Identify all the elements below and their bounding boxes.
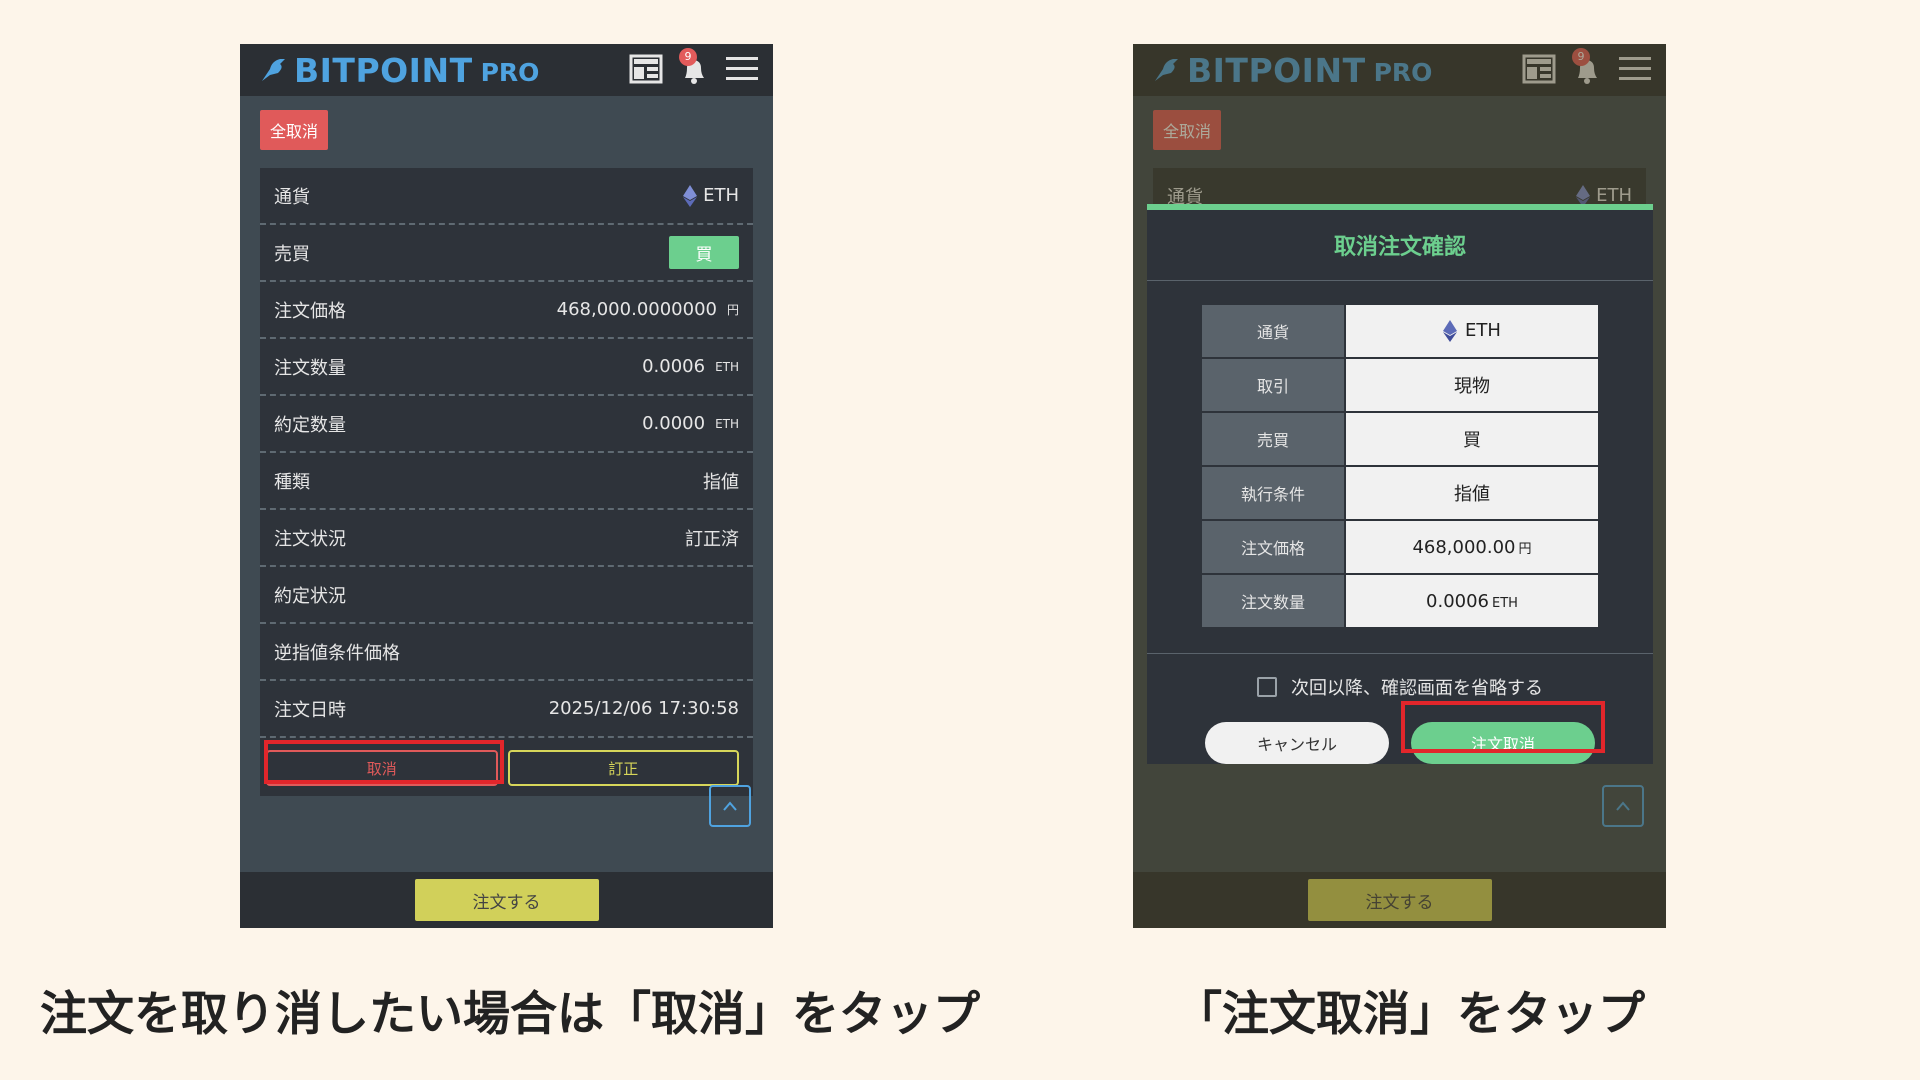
row-value: 2025/12/06 17:30:58 bbox=[548, 698, 739, 719]
row-order-datetime: 注文日時 2025/12/06 17:30:58 bbox=[260, 681, 753, 738]
confirm-row-price: 注文価格 468,000.00 円 bbox=[1200, 519, 1600, 575]
place-order-button[interactable]: 注文する bbox=[414, 879, 599, 921]
logo-pro-text: PRO bbox=[480, 57, 540, 87]
confirm-unit: 円 bbox=[1518, 541, 1532, 557]
confirm-row-trade: 取引 現物 bbox=[1200, 357, 1600, 413]
confirm-row-side: 売買 買 bbox=[1200, 411, 1600, 467]
row-label: 注文数量 bbox=[274, 357, 346, 379]
confirm-value: ETH bbox=[1344, 303, 1600, 359]
logo-brand-text: BITPOINT bbox=[294, 50, 473, 90]
ethereum-icon bbox=[683, 184, 698, 207]
row-label: 約定数量 bbox=[274, 414, 346, 436]
confirm-label: 注文価格 bbox=[1200, 519, 1346, 575]
layout-icon[interactable] bbox=[629, 54, 663, 86]
confirm-label: 売買 bbox=[1200, 411, 1346, 467]
menu-icon[interactable] bbox=[725, 54, 759, 86]
confirm-row-execution: 執行条件 指値 bbox=[1200, 465, 1600, 521]
notification-bell-icon[interactable]: 9 bbox=[677, 48, 711, 86]
confirm-value: 0.0006 ETH bbox=[1344, 573, 1600, 629]
row-value: 訂正済 bbox=[685, 528, 739, 550]
confirm-value: 現物 bbox=[1344, 357, 1600, 413]
buy-badge: 買 bbox=[669, 236, 739, 269]
bitpoint-logo[interactable]: BITPOINT PRO bbox=[258, 51, 539, 90]
notification-badge: 9 bbox=[679, 48, 697, 66]
skip-confirm-option[interactable]: 次回以降、確認画面を省略する bbox=[1147, 674, 1653, 700]
confirm-value-text: 0.0006 bbox=[1426, 590, 1490, 612]
row-label: 売買 bbox=[274, 243, 310, 265]
row-value: 0.0006 bbox=[642, 356, 706, 377]
row-unit: ETH bbox=[715, 359, 739, 374]
confirm-value: 買 bbox=[1344, 411, 1600, 467]
row-label: 注文日時 bbox=[274, 699, 346, 721]
confirm-table: 通貨 ETH 取引 現物 売買 買 執行条件 指値 注文価格 468,000.0… bbox=[1200, 303, 1600, 629]
confirm-row-currency: 通貨 ETH bbox=[1200, 303, 1600, 359]
cancel-all-button[interactable]: 全取消 bbox=[260, 110, 329, 150]
cancel-confirm-dialog: 取消注文確認 通貨 ETH 取引 現物 売買 買 執行条件 指値 注文価格 46… bbox=[1147, 204, 1653, 764]
row-value: 468,000.0000000 bbox=[556, 299, 717, 320]
order-detail-table: 通貨 ETH 売買 買 注文価格 468,000.0000000 円 注文数量 0… bbox=[260, 168, 753, 796]
confirm-cancel-order-button[interactable]: 注文取消 bbox=[1411, 722, 1595, 764]
phone-screen-cancel-confirm: BITPOINT PRO 9 全取消 通貨 ETH 注文する 取消注文確認 通貨… bbox=[1133, 44, 1666, 928]
bird-logo-icon bbox=[262, 59, 285, 81]
chevron-up-icon bbox=[723, 801, 737, 811]
row-label: 注文価格 bbox=[274, 300, 346, 322]
confirm-value: 468,000.00 円 bbox=[1344, 519, 1600, 575]
row-filled-quantity: 約定数量 0.0000 ETH bbox=[260, 396, 753, 453]
confirm-value: 指値 bbox=[1344, 465, 1600, 521]
scroll-to-top-button[interactable] bbox=[709, 785, 751, 827]
confirm-value-text: ETH bbox=[1465, 320, 1501, 341]
modify-order-button[interactable]: 訂正 bbox=[507, 750, 739, 786]
dialog-cancel-button[interactable]: キャンセル bbox=[1205, 722, 1389, 764]
row-fill-status: 約定状況 bbox=[260, 567, 753, 624]
row-side: 売買 買 bbox=[260, 225, 753, 282]
cancel-order-button[interactable]: 取消 bbox=[266, 750, 498, 786]
ethereum-icon bbox=[1443, 320, 1458, 342]
dialog-divider bbox=[1147, 653, 1653, 654]
confirm-row-quantity: 注文数量 0.0006 ETH bbox=[1200, 573, 1600, 629]
confirm-value-text: 468,000.00 bbox=[1412, 536, 1516, 558]
row-label: 逆指値条件価格 bbox=[274, 642, 400, 664]
skip-confirm-label: 次回以降、確認画面を省略する bbox=[1291, 678, 1543, 699]
row-unit: 円 bbox=[726, 303, 739, 317]
app-header: BITPOINT PRO 9 bbox=[240, 44, 773, 96]
row-stop-price: 逆指値条件価格 bbox=[260, 624, 753, 681]
dialog-title: 取消注文確認 bbox=[1147, 210, 1653, 281]
row-value: 0.0000 bbox=[642, 413, 706, 434]
caption-left: 注文を取り消したい場合は「取消」をタップ bbox=[40, 987, 980, 1042]
row-value: ETH bbox=[703, 185, 739, 206]
row-order-price: 注文価格 468,000.0000000 円 bbox=[260, 282, 753, 339]
row-unit: ETH bbox=[715, 416, 739, 431]
row-currency: 通貨 ETH bbox=[260, 168, 753, 225]
row-label: 約定状況 bbox=[274, 585, 346, 607]
bottom-bar: 注文する bbox=[240, 872, 773, 928]
confirm-label: 執行条件 bbox=[1200, 465, 1346, 521]
phone-screen-order-detail: BITPOINT PRO 9 全取消 通貨 ETH 売買 買 注文価格 468,… bbox=[240, 44, 773, 928]
row-label: 通貨 bbox=[274, 186, 310, 208]
row-order-quantity: 注文数量 0.0006 ETH bbox=[260, 339, 753, 396]
confirm-label: 通貨 bbox=[1200, 303, 1346, 359]
confirm-label: 取引 bbox=[1200, 357, 1346, 413]
row-order-status: 注文状況 訂正済 bbox=[260, 510, 753, 567]
confirm-label: 注文数量 bbox=[1200, 573, 1346, 629]
skip-confirm-checkbox[interactable] bbox=[1257, 677, 1277, 697]
row-order-type: 種類 指値 bbox=[260, 453, 753, 510]
confirm-unit: ETH bbox=[1492, 595, 1518, 611]
caption-right: 「注文取消」をタップ bbox=[1175, 987, 1645, 1042]
row-label: 種類 bbox=[274, 471, 310, 493]
row-label: 注文状況 bbox=[274, 528, 346, 550]
row-value: 指値 bbox=[703, 471, 739, 493]
